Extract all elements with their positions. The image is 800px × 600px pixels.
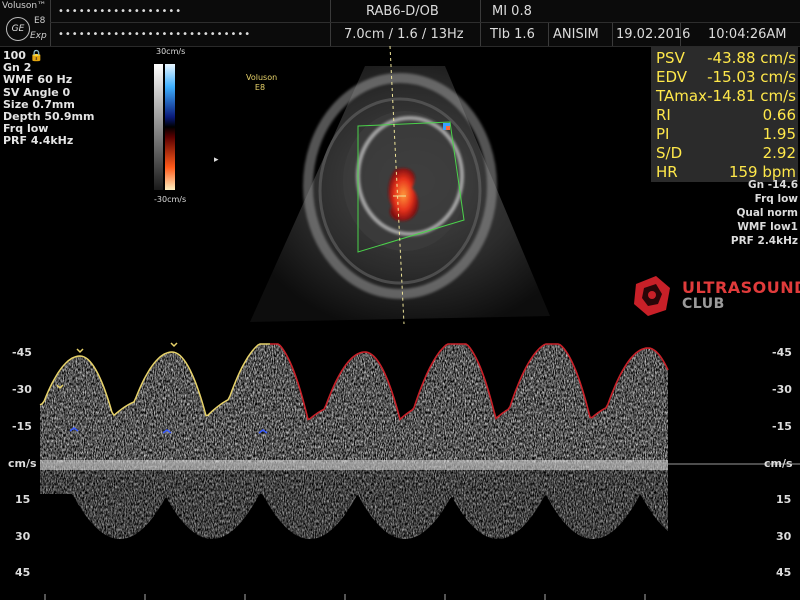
watermark-line2: CLUB (682, 296, 725, 312)
model-label: E8 (34, 16, 46, 26)
probe-preset-label: RAB6-D/OB (366, 4, 439, 19)
ge-logo-icon: GE (6, 17, 30, 41)
scale-left-unit: cm/s (8, 457, 37, 470)
color-baseline-marker-icon: ▸ (214, 155, 219, 165)
measure-pi: PI 1.95 (656, 125, 796, 143)
scale-left-15: 15 (15, 493, 31, 506)
param-prf: PRF 4.4kHz (3, 134, 74, 148)
param-sv-angle: SV Angle 0 (3, 85, 71, 99)
scale-right-neg30: -30 (772, 383, 792, 396)
color-scale-bottom-label: -30cm/s (154, 195, 187, 204)
spectral-quality: Qual norm (736, 207, 798, 219)
param-wmf: WMF 60 Hz (3, 73, 73, 87)
doppler-measurements-panel: PSV -43.88 cm/s EDV -15.03 cm/s TAmax -14.8… (651, 47, 798, 182)
spectral-doppler-waveform (39, 342, 800, 600)
brand-label: Voluson™ (2, 1, 47, 11)
scale-right-30: 30 (776, 530, 792, 543)
b-mode-color-doppler-image (250, 46, 550, 324)
acquisition-parameters: 100 🔒 Gn 2 WMF 60 Hz SV Angle 0 Size 0.7… (3, 49, 94, 148)
ultrasound-club-watermark: ULTRASOUND CLUB (626, 270, 800, 320)
depth-settings-label: 7.0cm / 1.6 / 13Hz (344, 27, 464, 42)
patient-id-field: •••••••••••••••••••••••••••• (58, 29, 252, 40)
spectral-frequency: Frq low (754, 193, 798, 205)
spectral-parameters: Gn -14.6 Frq low Qual norm WMF low1 PRF … (700, 178, 798, 248)
scale-left-neg30: -30 (12, 383, 32, 396)
ge-voluson-logo: Voluson™ GE E8 Exp (0, 0, 50, 46)
scale-right-15: 15 (776, 493, 792, 506)
color-scale-top-label: 30cm/s (156, 47, 186, 56)
measure-tamax: TAmax -14.81 cm/s (656, 87, 796, 105)
time-label: 10:04:26AM (708, 27, 787, 42)
scale-left-neg45: -45 (12, 346, 32, 359)
tib-value: TIb 1.6 (490, 27, 535, 42)
date-label: 19.02.2016 (616, 27, 691, 42)
measure-ri: RI 0.66 (656, 106, 796, 124)
spectral-prf: PRF 2.4kHz (730, 235, 798, 247)
scale-right-45: 45 (776, 566, 792, 579)
scale-right-neg45: -45 (772, 346, 792, 359)
ultrasound-club-logo-icon (634, 276, 670, 316)
watermark-line1: ULTRASOUND (682, 278, 800, 297)
scale-right-neg15: -15 (772, 420, 792, 433)
mode-tag: Exp (30, 31, 47, 41)
measure-sd: S/D 2.92 (656, 144, 796, 162)
scale-left-neg15: -15 (12, 420, 32, 433)
scale-left-30: 30 (15, 530, 31, 543)
patient-name-field: •••••••••••••••••• (58, 6, 183, 17)
measure-psv: PSV -43.88 cm/s (656, 49, 796, 67)
top-status-bar: Voluson™ GE E8 Exp •••••••••••••••••• ••… (0, 0, 800, 47)
scale-right-unit: cm/s (764, 457, 793, 470)
operator-label: ANISIM (553, 27, 599, 42)
scale-left-45: 45 (15, 566, 31, 579)
mi-value: MI 0.8 (492, 4, 532, 19)
spectral-gain: Gn -14.6 (747, 179, 798, 191)
spectral-wmf: WMF low1 (737, 221, 798, 233)
color-velocity-scale (154, 64, 175, 190)
measure-edv: EDV -15.03 cm/s (656, 68, 796, 86)
